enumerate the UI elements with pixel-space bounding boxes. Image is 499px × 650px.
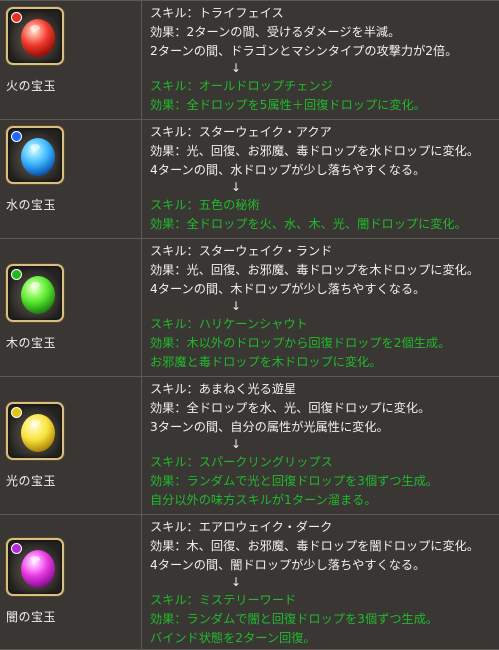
gem-cell: 水の宝玉 (0, 120, 142, 238)
skill-name: スキル：スターウェイク・アクア (150, 125, 332, 139)
evolved-skill-description: 効果：ランダムで闇と回復ドロップを3個ずつ生成。 (150, 612, 439, 626)
evolved-skill-description: 効果：木以外のドロップから回復ドロップを2個生成。 (150, 336, 451, 350)
gem-row-water: 水の宝玉 スキル：スターウェイク・アクア 効果：光、回復、お邪魔、毒ドロップを水… (0, 120, 499, 239)
gem-row-wood: 木の宝玉 スキル：スターウェイク・ランド 効果：光、回復、お邪魔、毒ドロップを木… (0, 239, 499, 377)
dark-gem-icon (6, 538, 64, 596)
gem-name: 光の宝玉 (6, 474, 57, 488)
evolved-skill-name: スキル：五色の秘術 (150, 198, 260, 212)
skill-description: 4ターンの間、水ドロップが少し落ちやすくなる。 (150, 163, 426, 177)
evolved-skill-name: スキル：オールドロップチェンジ (150, 79, 333, 93)
evolution-arrow: ↓ (231, 299, 242, 313)
evolution-arrow: ↓ (231, 575, 242, 589)
gem-cell: 光の宝玉 (0, 377, 142, 514)
skill-name: スキル：スターウェイク・ランド (150, 244, 333, 258)
gem-cell: 闇の宝玉 (0, 515, 142, 649)
gem-name: 火の宝玉 (6, 79, 57, 93)
skill-description: 効果：光、回復、お邪魔、毒ドロップを木ドロップに変化。 (150, 263, 480, 277)
fire-gem-icon (6, 7, 64, 65)
evolved-skill-description: 効果：ランダムで光と回復ドロップを3個ずつ生成。 (150, 474, 439, 488)
light-gem-icon (6, 402, 64, 460)
water-gem-icon (6, 126, 64, 184)
skill-cell: スキル：スターウェイク・アクア 効果：光、回復、お邪魔、毒ドロップを水ドロップに… (142, 120, 499, 238)
skill-cell: スキル：スターウェイク・ランド 効果：光、回復、お邪魔、毒ドロップを木ドロップに… (142, 239, 499, 376)
skill-description: 4ターンの間、闇ドロップが少し落ちやすくなる。 (150, 558, 426, 572)
gem-skill-table: 火の宝玉 スキル：トライフェイス 効果：2ターンの間、受けるダメージを半減。 2… (0, 0, 499, 650)
skill-cell: スキル：エアロウェイク・ダーク 効果：木、回復、お邪魔、毒ドロップを闇ドロップに… (142, 515, 499, 649)
gem-name: 闇の宝玉 (6, 610, 57, 624)
skill-name: スキル：あまねく光る遊星 (150, 382, 297, 396)
gem-row-dark: 闇の宝玉 スキル：エアロウェイク・ダーク 効果：木、回復、お邪魔、毒ドロップを闇… (0, 515, 499, 650)
skill-name: スキル：トライフェイス (150, 6, 284, 20)
evolution-arrow: ↓ (231, 437, 242, 451)
evolved-skill-name: スキル：ハリケーンシャウト (150, 317, 308, 331)
skill-description: 2ターンの間、ドラゴンとマシンタイプの攻撃力が2倍。 (150, 44, 458, 58)
evolved-skill-description: 効果：全ドロップを火、水、木、光、闇ドロップに変化。 (150, 217, 467, 231)
skill-description: 3ターンの間、自分の属性が光属性に変化。 (150, 420, 389, 434)
gem-cell: 火の宝玉 (0, 1, 142, 119)
evolved-skill-name: スキル：スパークリングリップス (150, 455, 333, 469)
evolved-skill-name: スキル：ミステリーワード (150, 593, 297, 607)
skill-cell: スキル：トライフェイス 効果：2ターンの間、受けるダメージを半減。 2ターンの間… (142, 1, 499, 119)
skill-description: 効果：2ターンの間、受けるダメージを半減。 (150, 25, 401, 39)
skill-description: 4ターンの間、木ドロップが少し落ちやすくなる。 (150, 282, 426, 296)
skill-cell: スキル：あまねく光る遊星 効果：全ドロップを水、光、回復ドロップに変化。 3ター… (142, 377, 499, 514)
gem-name: 木の宝玉 (6, 336, 57, 350)
gem-row-light: 光の宝玉 スキル：あまねく光る遊星 効果：全ドロップを水、光、回復ドロップに変化… (0, 377, 499, 515)
gem-cell: 木の宝玉 (0, 239, 142, 376)
evolved-skill-description: 自分以外の味方スキルが1ターン溜まる。 (150, 493, 377, 507)
evolved-skill-description: 効果：全ドロップを5属性＋回復ドロップに変化。 (150, 98, 426, 112)
evolved-skill-description: バインド状態を2ターン回復。 (150, 631, 316, 645)
skill-description: 効果：全ドロップを水、光、回復ドロップに変化。 (150, 401, 431, 415)
skill-description: 効果：木、回復、お邪魔、毒ドロップを闇ドロップに変化。 (150, 539, 480, 553)
skill-name: スキル：エアロウェイク・ダーク (150, 520, 333, 534)
gem-name: 水の宝玉 (6, 198, 57, 212)
gem-row-fire: 火の宝玉 スキル：トライフェイス 効果：2ターンの間、受けるダメージを半減。 2… (0, 1, 499, 120)
wood-gem-icon (6, 264, 64, 322)
evolved-skill-description: お邪魔と毒ドロップを木ドロップに変化。 (150, 355, 382, 369)
evolution-arrow: ↓ (231, 180, 242, 194)
evolution-arrow: ↓ (231, 61, 242, 75)
skill-description: 効果：光、回復、お邪魔、毒ドロップを水ドロップに変化。 (150, 144, 480, 158)
